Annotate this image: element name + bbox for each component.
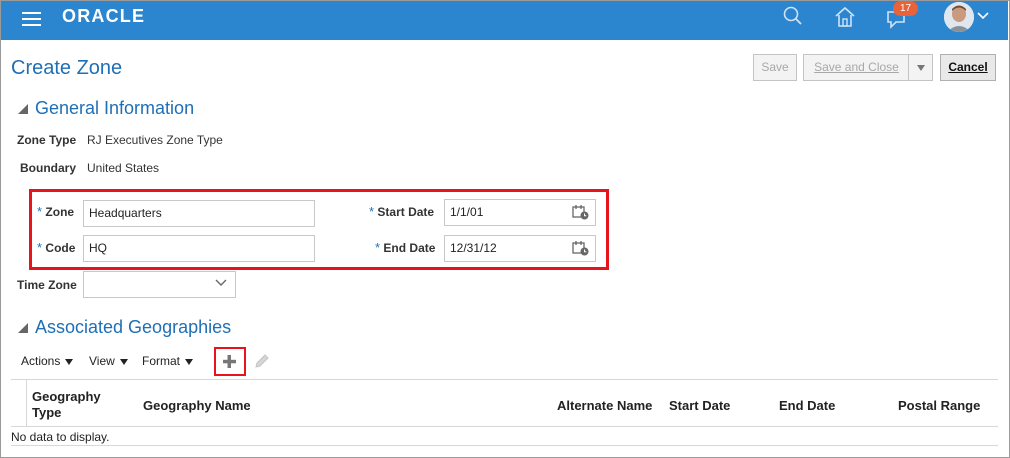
caret-down-icon bbox=[185, 358, 194, 365]
code-input[interactable]: HQ bbox=[83, 235, 315, 262]
actions-menu-label: Actions bbox=[21, 354, 61, 368]
calendar-icon[interactable] bbox=[572, 240, 590, 256]
table-header-border bbox=[11, 426, 998, 427]
boundary-label: Boundary bbox=[20, 161, 77, 175]
general-information-title: General Information bbox=[35, 98, 195, 118]
associated-geographies-title: Associated Geographies bbox=[35, 317, 232, 337]
caret-down-icon bbox=[119, 358, 128, 365]
user-avatar[interactable] bbox=[944, 2, 974, 32]
code-label: * Code bbox=[37, 240, 75, 255]
time-zone-select[interactable] bbox=[83, 271, 236, 298]
empty-table-message: No data to display. bbox=[11, 430, 110, 444]
boundary-value: United States bbox=[87, 161, 160, 175]
col-alternate-name[interactable]: Alternate Name bbox=[557, 398, 652, 413]
zone-label: * Zone bbox=[37, 204, 74, 219]
col-geography-name[interactable]: Geography Name bbox=[143, 398, 251, 413]
col-geography-type[interactable]: Geography Type bbox=[32, 389, 112, 421]
required-marker: * bbox=[369, 204, 375, 219]
required-marker: * bbox=[37, 204, 43, 219]
col-postal-range[interactable]: Postal Range bbox=[898, 398, 980, 413]
add-row-button[interactable] bbox=[214, 347, 246, 376]
oracle-logo: ORACLE bbox=[62, 6, 146, 26]
start-date-label: * Start Date bbox=[369, 204, 434, 219]
code-label-text: Code bbox=[45, 241, 76, 255]
plus-icon bbox=[223, 355, 236, 368]
chevron-down-icon[interactable] bbox=[977, 12, 989, 20]
required-marker: * bbox=[37, 240, 43, 255]
home-icon[interactable] bbox=[834, 6, 856, 28]
notifications-badge[interactable]: 17 bbox=[893, 1, 918, 16]
actions-menu[interactable]: Actions bbox=[21, 354, 74, 368]
page-title: Create Zone bbox=[11, 57, 123, 79]
global-header: ORACLE bbox=[1, 1, 1008, 40]
save-and-close-button[interactable]: Save and Close bbox=[803, 54, 909, 81]
table-bottom-border bbox=[11, 445, 998, 446]
end-date-label: * End Date bbox=[375, 240, 435, 255]
chevron-down-icon bbox=[215, 279, 227, 286]
view-menu[interactable]: View bbox=[89, 354, 128, 368]
save-and-close-label: Save and Close bbox=[814, 60, 899, 74]
format-menu-label: Format bbox=[142, 354, 181, 368]
calendar-icon[interactable] bbox=[572, 204, 590, 220]
zone-type-value: RJ Executives Zone Type bbox=[87, 133, 223, 147]
cancel-label: Cancel bbox=[948, 60, 988, 74]
save-options-dropdown[interactable] bbox=[908, 54, 933, 81]
menu-icon[interactable] bbox=[22, 12, 41, 27]
end-date-label-text: End Date bbox=[383, 241, 436, 255]
edit-pencil-icon[interactable] bbox=[253, 352, 271, 370]
col-end-date[interactable]: End Date bbox=[779, 398, 835, 413]
collapse-icon[interactable] bbox=[17, 103, 29, 115]
caret-down-icon bbox=[916, 64, 925, 71]
view-menu-label: View bbox=[89, 354, 115, 368]
search-icon[interactable] bbox=[783, 6, 803, 28]
start-date-label-text: Start Date bbox=[377, 205, 435, 219]
zone-input[interactable]: Headquarters bbox=[83, 200, 315, 227]
table-column-separator bbox=[26, 380, 27, 426]
save-button[interactable]: Save bbox=[753, 54, 797, 81]
required-marker: * bbox=[375, 240, 381, 255]
format-menu[interactable]: Format bbox=[142, 354, 194, 368]
caret-down-icon bbox=[65, 358, 74, 365]
associated-geographies-header[interactable]: Associated Geographies bbox=[17, 317, 231, 338]
cancel-button[interactable]: Cancel bbox=[940, 54, 996, 81]
zone-type-label: Zone Type bbox=[17, 133, 77, 147]
col-start-date[interactable]: Start Date bbox=[669, 398, 730, 413]
table-top-border bbox=[11, 379, 998, 380]
zone-label-text: Zone bbox=[45, 205, 75, 219]
general-information-header[interactable]: General Information bbox=[17, 98, 194, 119]
time-zone-label: Time Zone bbox=[17, 278, 77, 292]
collapse-icon[interactable] bbox=[17, 322, 29, 334]
